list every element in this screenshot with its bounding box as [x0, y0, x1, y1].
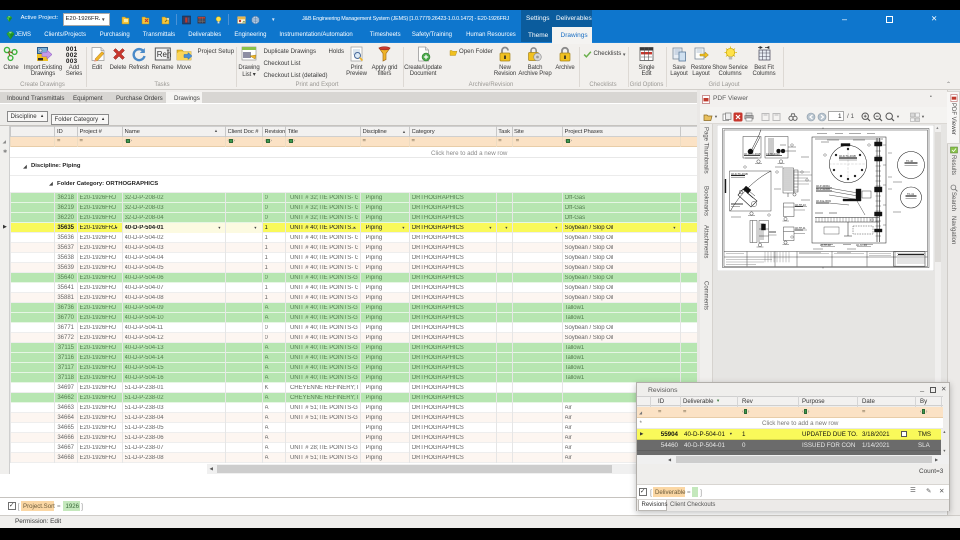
svg-text:40-TP-04: 40-TP-04 [856, 243, 867, 247]
svg-text:40-TP-02: 40-TP-02 [820, 243, 831, 247]
svg-text:40-TP-10: 40-TP-10 [795, 203, 806, 207]
svg-text:40-D-E-0603: 40-D-E-0603 [816, 199, 831, 203]
svg-text:40-D-TK-401B: 40-D-TK-401B [839, 154, 856, 158]
svg-text:40-P-4006B: 40-P-4006B [816, 187, 830, 191]
svg-text:40-D-TK-4018: 40-D-TK-4018 [744, 152, 761, 156]
svg-text:TK-40: TK-40 [906, 159, 914, 163]
svg-text:40-TP-11: 40-TP-11 [795, 226, 806, 230]
svg-text:TK-41: TK-41 [907, 192, 915, 196]
svg-text:40-D-TK-401B: 40-D-TK-401B [731, 172, 748, 176]
svg-text:41-TK-4018: 41-TK-4018 [766, 152, 780, 156]
